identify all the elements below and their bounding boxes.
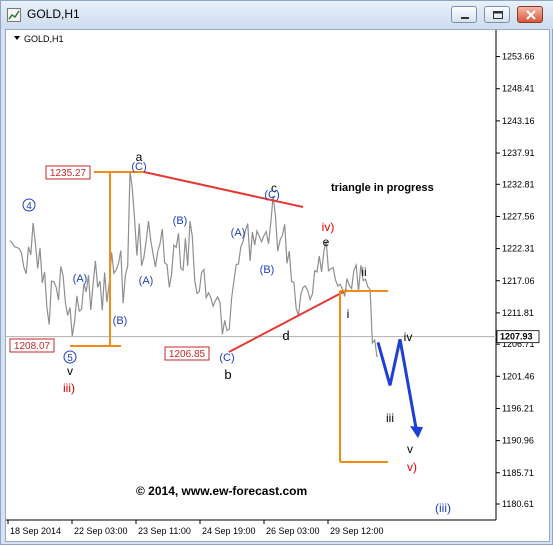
wave-label-iv-red: iv) (322, 220, 335, 234)
triangle-annotation: triangle in progress (331, 182, 434, 194)
wave-label-A1: (A) (73, 273, 88, 285)
minimize-icon (461, 17, 469, 19)
current-price-value: 1207.93 (500, 332, 533, 342)
y-tick-label: 1243.16 (502, 116, 535, 126)
close-button[interactable] (517, 6, 543, 23)
price-label-low-left: 1208.07 (9, 338, 55, 353)
chart-app-icon (7, 8, 21, 22)
y-tick-label: 1237.91 (502, 148, 535, 158)
y-tick-label: 1190.96 (502, 436, 534, 446)
x-tick-label: 22 Sep 03:00 (74, 526, 128, 536)
close-icon (526, 10, 536, 20)
x-tick-label: 24 Sep 19:00 (202, 526, 256, 536)
forecast-path-line (376, 338, 418, 429)
wave-label-circ5: 5 (67, 353, 73, 364)
y-tick-label: 1201.46 (502, 371, 535, 381)
chart-area[interactable]: GOLD,H1 1253.66 1248.41 1243.16 1237.91 1232… (5, 29, 550, 542)
wave-label-iii-blue: (iii) (435, 501, 451, 515)
wave-label-B3: (B) (260, 264, 275, 276)
wave-label-iii-red: iii) (63, 381, 75, 395)
forecast-arrow-icon (410, 426, 423, 439)
svg-text:1206.85: 1206.85 (169, 349, 206, 360)
svg-text:1235.27: 1235.27 (50, 168, 87, 179)
wave-label-b: b (224, 367, 231, 382)
maximize-icon (493, 11, 503, 19)
y-tick-label: 1227.56 (502, 211, 535, 221)
price-label-low-mid: 1206.85 (164, 346, 210, 361)
x-tick-label: 26 Sep 03:00 (266, 526, 320, 536)
x-tick-label: 23 Sep 11:00 (138, 526, 191, 536)
window-title: GOLD,H1 (27, 7, 80, 21)
wave-label-d: d (282, 328, 289, 343)
x-tick-label: 18 Sep 2014 (10, 526, 61, 536)
wave-label-iv: iv (404, 330, 413, 344)
window-titlebar[interactable]: GOLD,H1 (1, 1, 553, 29)
wave-label-v-red: v) (407, 460, 417, 474)
maximize-button[interactable] (484, 6, 510, 23)
y-tick-label: 1211.81 (502, 308, 534, 318)
wave-label-iii: iii (386, 411, 394, 425)
wave-label-C3: (C) (264, 189, 279, 201)
wave-label-e: e (323, 235, 330, 249)
dropdown-triangle-icon[interactable] (14, 36, 20, 40)
y-tick-label: 1185.71 (502, 468, 534, 478)
price-chart[interactable]: GOLD,H1 1253.66 1248.41 1243.16 1237.91 1232… (6, 30, 549, 541)
wave-label-A3: (A) (231, 227, 246, 239)
x-tick-label: 29 Sep 12:00 (330, 526, 384, 536)
y-tick-label: 1196.21 (502, 403, 534, 413)
x-axis-ticks: 18 Sep 2014 22 Sep 03:00 23 Sep 11:00 24 Se… (7, 520, 384, 536)
y-tick-label: 1248.41 (502, 84, 535, 94)
wave-label-i: i (347, 307, 350, 321)
y-axis-ticks: 1253.66 1248.41 1243.16 1237.91 1232.81 1227.… (496, 52, 535, 509)
wave-label-ii: ii (361, 265, 366, 279)
copyright-text: © 2014, www.ew-forecast.com (136, 484, 307, 498)
wave-label-C2: (C) (219, 352, 234, 364)
wave-label-v-small: v (67, 364, 73, 378)
chart-window: GOLD,H1 GOLD,H1 1253.66 1248.41 1243.16 123… (0, 0, 553, 545)
wave-label-A2: (A) (139, 275, 154, 287)
y-tick-label: 1253.66 (502, 52, 535, 62)
current-price-tag: 1207.93 (496, 330, 540, 344)
wave-label-C1: (C) (131, 161, 146, 173)
price-series-line (9, 170, 378, 358)
y-tick-label: 1217.06 (502, 276, 535, 286)
wave-label-B2: (B) (173, 215, 188, 227)
svg-text:1208.07: 1208.07 (14, 341, 51, 352)
minimize-button[interactable] (451, 6, 477, 23)
y-tick-label: 1232.81 (502, 179, 535, 189)
wave-label-v: v (407, 442, 413, 456)
y-tick-label: 1180.61 (502, 499, 534, 509)
wave-label-B1: (B) (113, 315, 128, 327)
price-label-high: 1235.27 (45, 165, 91, 180)
wave-label-circ4: 4 (26, 201, 32, 212)
y-tick-label: 1222.31 (502, 244, 535, 254)
chart-symbol-label: GOLD,H1 (24, 34, 64, 44)
